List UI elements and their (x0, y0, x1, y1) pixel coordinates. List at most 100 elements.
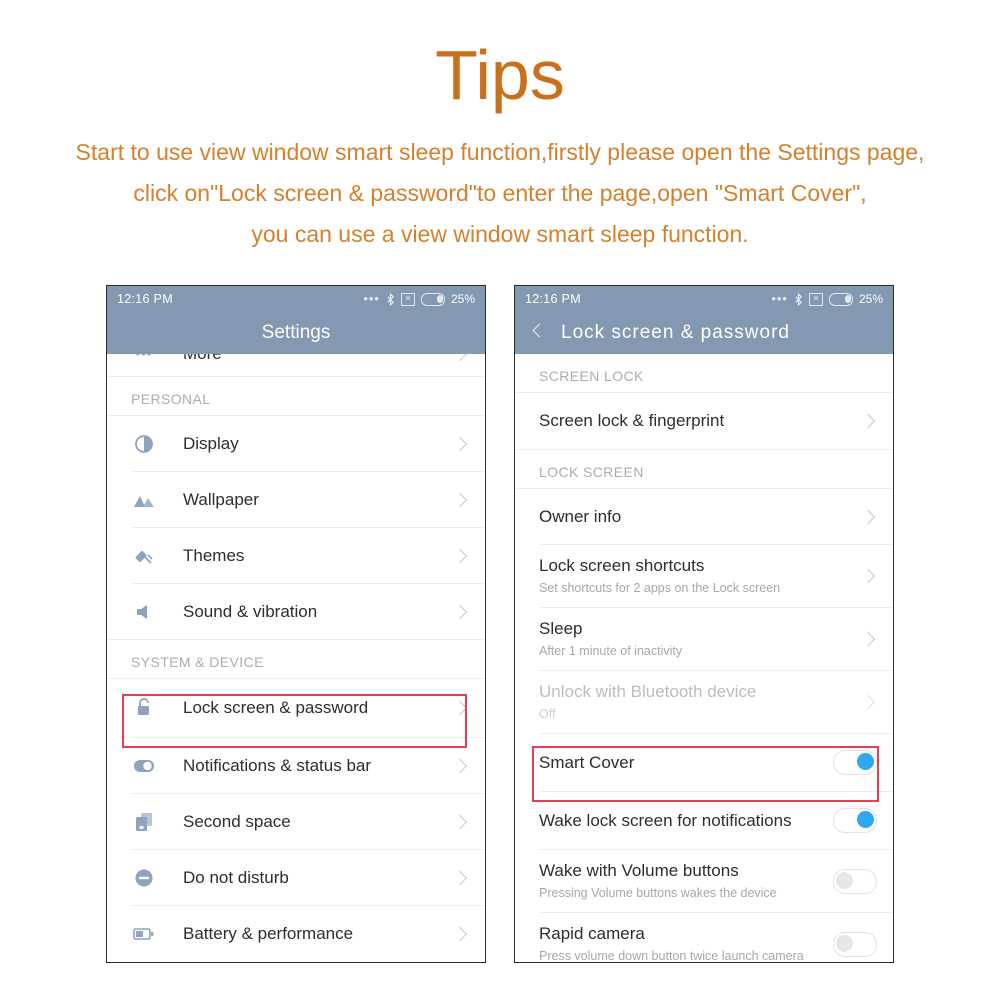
settings-row-notifications-status-bar[interactable]: Notifications & status bar (107, 738, 485, 793)
lock-row-label: Unlock with Bluetooth device (539, 682, 757, 701)
lock-row-sublabel: Pressing Volume buttons wakes the device (539, 886, 777, 900)
toggle-knob (857, 811, 874, 828)
more-dots-icon: ••• (363, 291, 380, 306)
settings-title: Settings (261, 322, 331, 343)
intro-line-1: Start to use view window smart sleep fun… (75, 139, 925, 165)
settings-row-battery-performance[interactable]: Battery & performance (107, 906, 485, 961)
second-space-icon (131, 812, 157, 832)
chevron-right-icon (452, 870, 468, 885)
chevron-right-icon (860, 694, 876, 710)
lock-row-sublabel: Off (539, 707, 556, 721)
more-dots-icon: ••• (771, 291, 788, 306)
toggle-knob (857, 753, 874, 770)
do-not-disturb-icon (131, 868, 157, 888)
lock-row-label: Wake with Volume buttons (539, 861, 739, 880)
toggle-knob (836, 934, 853, 952)
no-sim-icon: ✕ (808, 292, 823, 306)
contrast-icon (131, 434, 157, 454)
chevron-right-icon (452, 492, 468, 507)
battery-icon (420, 292, 445, 306)
wake-volume-toggle[interactable] (833, 868, 877, 894)
no-sim-icon: ✕ (400, 292, 415, 306)
settings-row-more[interactable]: ••• More (107, 354, 485, 376)
paint-roller-icon (131, 545, 157, 567)
lock-row-label: Owner info (539, 506, 622, 526)
lock-row-lock-screen-shortcuts[interactable]: Lock screen shortcuts Set shortcuts for … (515, 545, 893, 607)
settings-row-lock-screen-password[interactable]: Lock screen & password (107, 679, 485, 737)
chevron-right-icon (860, 631, 876, 647)
settings-row-second-space[interactable]: Second space (107, 794, 485, 849)
settings-row-wallpaper[interactable]: Wallpaper (107, 472, 485, 527)
lock-row-sublabel: After 1 minute of inactivity (539, 644, 683, 658)
lock-row-unlock-bluetooth[interactable]: Unlock with Bluetooth device Off (515, 671, 893, 733)
battery-percent: 25% (450, 292, 475, 306)
bluetooth-icon (795, 292, 802, 306)
right-status-bar: 12:16 PM ••• ✕ 25% (515, 286, 893, 312)
battery-percent: 25% (858, 292, 883, 306)
wake-notifications-toggle[interactable] (833, 808, 877, 833)
lock-row-wake-volume-buttons[interactable]: Wake with Volume buttons Pressing Volume… (515, 850, 893, 912)
section-header-system-device: SYSTEM & DEVICE (107, 640, 485, 678)
lock-row-label: Lock screen shortcuts (539, 556, 705, 575)
lock-row-label: Rapid camera (539, 924, 645, 943)
section-header-personal: PERSONAL (107, 377, 485, 415)
status-icons: ••• ✕ 25% (771, 292, 883, 306)
partial-row-more-wrap: ••• More (107, 354, 485, 376)
settings-row-label: Sound & vibration (183, 601, 318, 621)
chevron-right-icon (452, 758, 468, 773)
mountains-icon (131, 492, 157, 508)
chevron-right-icon (452, 604, 468, 619)
settings-row-display[interactable]: Display (107, 416, 485, 471)
left-phone-screenshot: 12:16 PM ••• ✕ 25% Settings ••• (106, 285, 486, 963)
settings-row-label: Wallpaper (183, 489, 259, 509)
smart-cover-toggle[interactable] (833, 750, 877, 775)
lock-row-screen-lock-fingerprint[interactable]: Screen lock & fingerprint (515, 393, 893, 449)
lock-row-owner-info[interactable]: Owner info (515, 489, 893, 544)
settings-row-do-not-disturb[interactable]: Do not disturb (107, 850, 485, 905)
lock-row-label: Sleep (539, 619, 583, 638)
settings-row-label: Do not disturb (183, 867, 289, 887)
speaker-icon (131, 603, 157, 621)
lock-row-label: Screen lock & fingerprint (539, 411, 725, 430)
more-dots-icon: ••• (131, 354, 157, 360)
intro-text: Start to use view window smart sleep fun… (0, 132, 1000, 255)
lock-row-smart-cover[interactable]: Smart Cover (515, 734, 893, 791)
lock-row-label: Wake lock screen for notifications (539, 810, 792, 830)
settings-list: ••• More PERSONAL Display (107, 354, 485, 961)
settings-title-bar: Settings (107, 312, 485, 354)
chevron-right-icon (452, 354, 468, 362)
screenshots-row: 12:16 PM ••• ✕ 25% Settings ••• (0, 285, 1000, 963)
lock-row-rapid-camera[interactable]: Rapid camera Press volume down button tw… (515, 913, 893, 962)
lock-screen-title: Lock screen & password (561, 322, 790, 343)
lock-screen-title-bar: Lock screen & password (515, 312, 893, 354)
back-chevron-icon (532, 323, 547, 338)
chevron-right-icon (452, 926, 468, 941)
chevron-right-icon (452, 814, 468, 829)
battery-icon (131, 927, 157, 941)
settings-row-label: Second space (183, 811, 291, 831)
lock-row-wake-for-notifications[interactable]: Wake lock screen for notifications (515, 792, 893, 849)
right-phone-screenshot: 12:16 PM ••• ✕ 25% Lock screen & passwor… (514, 285, 894, 963)
settings-row-label: Themes (183, 545, 245, 565)
settings-row-label: Lock screen & password (183, 698, 369, 717)
lock-row-sublabel: Set shortcuts for 2 apps on the Lock scr… (539, 581, 781, 595)
section-header-screen-lock: SCREEN LOCK (515, 354, 893, 392)
chevron-right-icon (860, 413, 876, 429)
page-title: Tips (435, 36, 565, 114)
settings-row-themes[interactable]: Themes (107, 528, 485, 583)
settings-row-sound[interactable]: Sound & vibration (107, 584, 485, 639)
status-icons: ••• ✕ 25% (363, 292, 475, 306)
settings-row-label: Notifications & status bar (183, 755, 372, 775)
lock-row-sleep[interactable]: Sleep After 1 minute of inactivity (515, 608, 893, 670)
back-button[interactable] (515, 312, 559, 354)
bluetooth-icon (387, 292, 394, 306)
lock-icon (131, 697, 157, 719)
rapid-camera-toggle[interactable] (833, 931, 877, 957)
section-header-lock-screen: LOCK SCREEN (515, 450, 893, 488)
chevron-right-icon (452, 700, 468, 716)
battery-icon (828, 292, 853, 306)
settings-row-label: Display (183, 433, 239, 453)
lock-row-label: Smart Cover (539, 752, 635, 772)
toggle-knob (836, 871, 853, 889)
chevron-right-icon (860, 509, 876, 524)
